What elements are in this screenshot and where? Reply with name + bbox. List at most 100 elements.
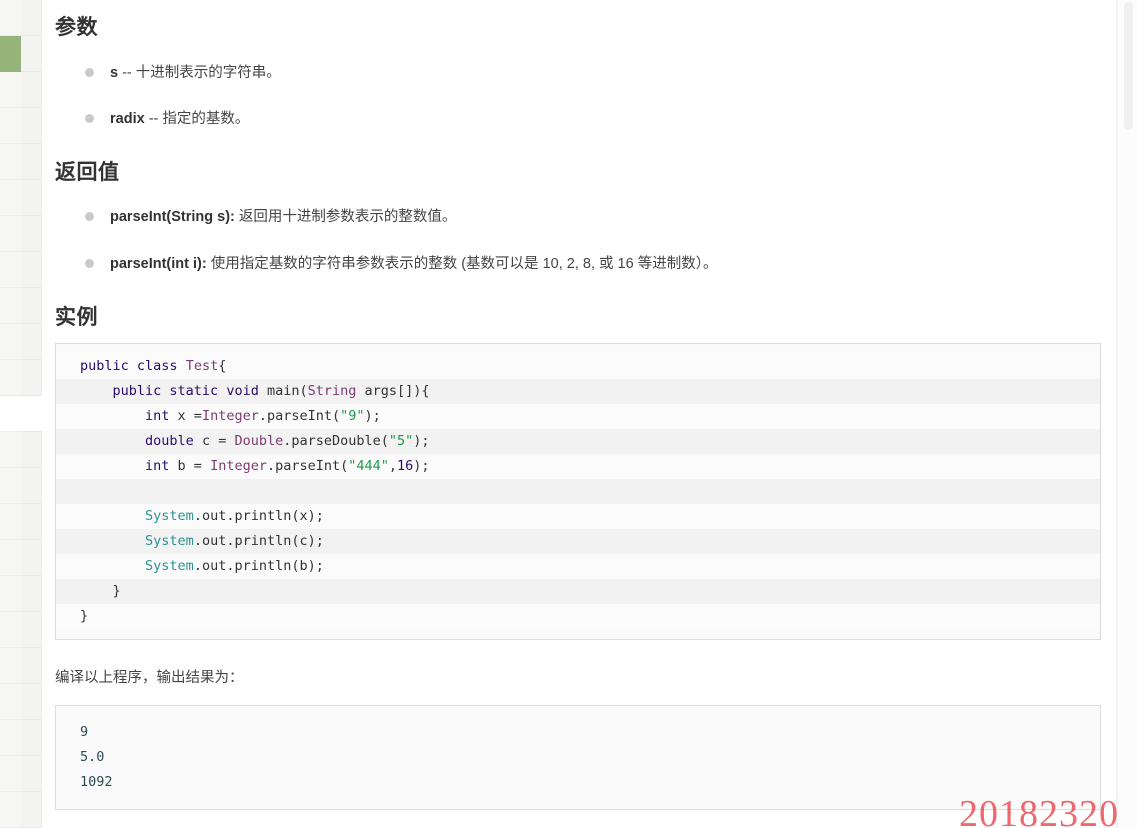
output-line: 9 — [80, 723, 89, 740]
page-scrollbar-thumb[interactable] — [1124, 2, 1133, 130]
sidebar-rail-item[interactable] — [0, 144, 21, 180]
code-token: } — [80, 608, 89, 625]
sidebar-rail-item[interactable] — [0, 180, 21, 216]
sidebar-rail-secondary-item — [21, 792, 42, 828]
code-token: { — [218, 358, 227, 375]
list-item: parseInt(String s): 返回用十进制参数表示的整数值。 — [77, 194, 1105, 241]
output-intro-text: 编译以上程序，输出结果为： — [55, 670, 244, 687]
output-line: 1092 — [80, 773, 113, 790]
code-token: void — [226, 383, 267, 400]
sidebar-rail-item[interactable] — [0, 612, 21, 648]
list-item-description: -- 十进制表示的字符串。 — [118, 64, 281, 81]
code-token: 16 — [397, 458, 414, 475]
sidebar-rail-item[interactable] — [0, 504, 21, 540]
code-line: public static void main(String args[]){ — [56, 379, 1100, 405]
sidebar-rail-secondary-item — [21, 144, 42, 180]
sidebar-rail-item[interactable] — [0, 720, 21, 756]
sidebar-rail-item[interactable] — [0, 576, 21, 612]
sidebar-rail-secondary-item — [21, 612, 42, 648]
code-token: main — [266, 383, 300, 400]
sidebar-rail-secondary-item — [21, 252, 42, 288]
sidebar-rail-item[interactable] — [0, 288, 21, 324]
list-item-term: parseInt(String s): — [110, 209, 235, 226]
code-token: Integer — [201, 408, 259, 425]
sidebar-rail-item[interactable] — [0, 396, 21, 432]
code-token: c = — [201, 433, 235, 450]
code-token: ); — [413, 433, 430, 450]
code-token: x = — [177, 408, 202, 425]
list-item: parseInt(int i): 使用指定基数的字符串参数表示的整数 (基数可以… — [77, 241, 1105, 288]
code-token: "444" — [348, 458, 389, 475]
code-token: Double — [234, 433, 284, 450]
code-token: public — [80, 358, 137, 375]
page-scrollbar-track[interactable] — [1117, 0, 1137, 828]
sidebar-rail-item[interactable] — [0, 0, 21, 36]
code-token: double — [145, 433, 202, 450]
sidebar-rail-item[interactable] — [0, 540, 21, 576]
sidebar-rail-item[interactable] — [0, 324, 21, 360]
sidebar-rail-item[interactable] — [0, 360, 21, 396]
sidebar-rail-secondary-item — [21, 396, 42, 432]
code-line: public class Test{ — [56, 354, 1100, 380]
sidebar-rail-item[interactable] — [0, 72, 21, 108]
sidebar-rail-item[interactable] — [0, 468, 21, 504]
code-token: System — [145, 508, 194, 525]
sidebar-rail-item[interactable] — [0, 36, 21, 72]
sidebar-rail-item[interactable] — [0, 252, 21, 288]
returns-heading: 返回值 — [55, 160, 120, 184]
sidebar-rail-item[interactable] — [0, 216, 21, 252]
sidebar-rail-item[interactable] — [0, 792, 21, 828]
sidebar-rail-item[interactable] — [0, 756, 21, 792]
code-token: public — [112, 383, 170, 400]
example-heading: 实例 — [55, 305, 98, 329]
list-item: radix -- 指定的基数。 — [77, 96, 1105, 143]
code-token: static — [169, 383, 227, 400]
code-line — [56, 479, 1100, 505]
sidebar-rail-secondary-item — [21, 756, 42, 792]
code-token: String — [307, 383, 365, 400]
sidebar-rail-secondary-item — [21, 216, 42, 252]
sidebar-rail-secondary-item — [21, 648, 42, 684]
code-line: } — [56, 579, 1100, 605]
sidebar-rail-secondary-item — [21, 468, 42, 504]
sidebar-rail-secondary-item — [21, 324, 42, 360]
code-token: b = — [177, 458, 211, 475]
sidebar-rail-secondary-item — [21, 0, 42, 36]
code-token: .parseInt( — [258, 408, 341, 425]
sidebar-rail-item[interactable] — [0, 108, 21, 144]
code-line: System.out.println(b); — [56, 554, 1100, 580]
list-item-description: 返回用十进制参数表示的整数值。 — [234, 209, 457, 226]
code-line: int b = Integer.parseInt("444",16); — [56, 454, 1100, 480]
params-list: s -- 十进制表示的字符串。 radix -- 指定的基数。 — [55, 50, 1105, 143]
list-item-term: parseInt(int i): — [110, 255, 207, 272]
code-token: ); — [364, 408, 381, 425]
sidebar-rail-secondary-item — [21, 180, 42, 216]
sidebar-rail-secondary-item — [21, 432, 42, 468]
code-line: System.out.println(c); — [56, 529, 1100, 555]
code-line: int x =Integer.parseInt("9"); — [56, 404, 1100, 430]
code-line: double c = Double.parseDouble("5"); — [56, 429, 1100, 455]
code-token: int — [145, 458, 178, 475]
sidebar-rail-secondary-item — [21, 540, 42, 576]
code-token: args[]){ — [364, 383, 430, 400]
code-block[interactable]: public class Test{ public static void ma… — [55, 343, 1101, 641]
sidebar-rail-secondary — [21, 0, 42, 828]
sidebar-rail-item[interactable] — [0, 648, 21, 684]
sidebar-rail-item[interactable] — [0, 684, 21, 720]
list-item-term: radix — [110, 111, 145, 128]
sidebar-rail-secondary-item — [21, 36, 42, 72]
sidebar-rail-secondary-item — [21, 504, 42, 540]
sidebar-rail-item[interactable] — [0, 432, 21, 468]
params-heading: 参数 — [55, 16, 98, 39]
list-item-description: 使用指定基数的字符串参数表示的整数 (基数可以是 10, 2, 8, 或 16 … — [206, 255, 718, 272]
sidebar-rail-secondary-item — [21, 108, 42, 144]
output-block: 9 5.0 1092 — [55, 704, 1101, 810]
sidebar-rail-secondary-item — [21, 684, 42, 720]
code-token: .parseDouble( — [283, 433, 389, 450]
